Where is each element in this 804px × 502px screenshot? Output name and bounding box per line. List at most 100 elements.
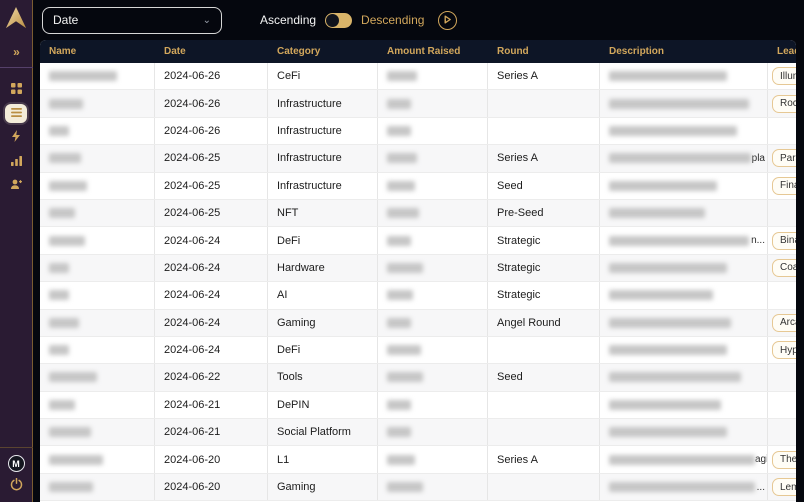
lead-investor-badge[interactable]: Arca: [772, 314, 796, 332]
sidebar-item-dashboard[interactable]: [5, 80, 27, 99]
table-row[interactable]: 2024-06-26Infrastructure Rocke: [40, 90, 796, 117]
category-cell: Gaming: [268, 474, 378, 500]
date-cell: 2024-06-20: [155, 474, 268, 500]
round-cell: [488, 337, 600, 363]
toggle-knob: [326, 14, 339, 27]
description-cell: ...: [600, 474, 768, 500]
sort-field-dropdown[interactable]: Date ⌄: [42, 7, 222, 34]
lead-investor-cell: Coatu: [768, 255, 796, 281]
category-cell: DePIN: [268, 392, 378, 418]
table-row[interactable]: 2024-06-26Infrastructure: [40, 118, 796, 145]
redacted-text: [49, 455, 103, 465]
date-cell: 2024-06-26: [155, 90, 268, 116]
sort-direction-toggle[interactable]: [325, 13, 352, 28]
round-cell: Pre-Seed: [488, 200, 600, 226]
table-row[interactable]: 2024-06-24GamingAngel RoundArca: [40, 310, 796, 337]
column-header[interactable]: Description: [600, 40, 768, 63]
table-row[interactable]: 2024-06-25InfrastructureSeries AplaParad: [40, 145, 796, 172]
lead-investor-badge[interactable]: Parad: [772, 149, 796, 167]
lead-investor-cell: Parad: [768, 145, 796, 171]
redacted-text: [609, 236, 749, 246]
amount-cell: [378, 474, 488, 500]
sidebar-divider: [0, 67, 33, 68]
redacted-text: [387, 99, 411, 109]
date-cell: 2024-06-24: [155, 282, 268, 308]
lead-investor-badge[interactable]: Binan: [772, 232, 796, 250]
description-cell: [600, 63, 768, 89]
table-row[interactable]: 2024-06-20L1Series AagiThe S: [40, 446, 796, 473]
redacted-text: [49, 345, 69, 355]
date-cell: 2024-06-24: [155, 310, 268, 336]
redacted-text: [387, 181, 415, 191]
table-row[interactable]: 2024-06-20Gaming... Lemn: [40, 474, 796, 501]
table-row[interactable]: 2024-06-21DePIN: [40, 392, 796, 419]
table-body: 2024-06-26CeFiSeries AIllumi2024-06-26In…: [40, 63, 796, 501]
sidebar-expand-icon[interactable]: »: [13, 45, 19, 59]
name-cell: [40, 310, 155, 336]
table-row[interactable]: 2024-06-24DeFiStrategicn...Binan: [40, 227, 796, 254]
category-cell: Infrastructure: [268, 145, 378, 171]
date-cell: 2024-06-21: [155, 419, 268, 445]
table-row[interactable]: 2024-06-22ToolsSeed: [40, 364, 796, 391]
description-tail-text: ...: [757, 482, 765, 493]
run-button[interactable]: [438, 11, 457, 30]
description-cell: [600, 392, 768, 418]
sidebar-item-activity[interactable]: [5, 128, 27, 147]
sidebar-bottom-divider: [0, 447, 33, 448]
name-cell: [40, 392, 155, 418]
lead-investor-badge[interactable]: Illumi: [772, 67, 796, 85]
description-cell: [600, 337, 768, 363]
column-header[interactable]: Round: [488, 40, 600, 63]
date-cell: 2024-06-26: [155, 63, 268, 89]
user-avatar[interactable]: M: [8, 455, 25, 472]
lead-investor-badge[interactable]: Lemn: [772, 478, 796, 496]
redacted-text: [609, 181, 717, 191]
lead-investor-badge[interactable]: Hyper: [772, 341, 796, 359]
column-header[interactable]: Lead I: [768, 40, 796, 63]
sidebar-item-users[interactable]: [5, 176, 27, 195]
amount-cell: [378, 173, 488, 199]
category-cell: Hardware: [268, 255, 378, 281]
column-header[interactable]: Amount Raised: [378, 40, 488, 63]
sidebar-item-list-active[interactable]: [5, 104, 27, 123]
redacted-text: [609, 263, 727, 273]
category-cell: NFT: [268, 200, 378, 226]
lead-investor-badge[interactable]: The S: [772, 451, 796, 469]
table-row[interactable]: 2024-06-25InfrastructureSeedFinal: [40, 173, 796, 200]
redacted-text: [387, 455, 415, 465]
redacted-text: [609, 71, 727, 81]
redacted-text: [609, 99, 749, 109]
category-cell: Infrastructure: [268, 90, 378, 116]
round-cell: Angel Round: [488, 310, 600, 336]
amount-cell: [378, 392, 488, 418]
sidebar-item-analytics[interactable]: [5, 152, 27, 171]
category-cell: Tools: [268, 364, 378, 390]
table-row[interactable]: 2024-06-25NFTPre-Seed: [40, 200, 796, 227]
lead-investor-badge[interactable]: Rocke: [772, 95, 796, 113]
table-row[interactable]: 2024-06-24DeFiHyper: [40, 337, 796, 364]
description-tail-text: agi: [755, 454, 768, 465]
amount-cell: [378, 364, 488, 390]
column-header[interactable]: Date: [155, 40, 268, 63]
table-row[interactable]: 2024-06-24AIStrategic: [40, 282, 796, 309]
play-icon: [443, 11, 452, 29]
column-header[interactable]: Category: [268, 40, 378, 63]
toolbar: Date ⌄ Ascending Descending: [33, 0, 804, 40]
date-cell: 2024-06-24: [155, 337, 268, 363]
redacted-text: [49, 318, 79, 328]
table-row[interactable]: 2024-06-24HardwareStrategicCoatu: [40, 255, 796, 282]
name-cell: [40, 200, 155, 226]
round-cell: [488, 419, 600, 445]
lead-investor-badge[interactable]: Final: [772, 177, 796, 195]
table-row[interactable]: 2024-06-26CeFiSeries AIllumi: [40, 63, 796, 90]
lead-investor-badge[interactable]: Coatu: [772, 259, 796, 277]
power-icon[interactable]: [10, 478, 23, 496]
description-tail-text: n...: [751, 235, 765, 246]
name-cell: [40, 173, 155, 199]
lead-investor-cell: [768, 200, 796, 226]
amount-cell: [378, 145, 488, 171]
column-header[interactable]: Name: [40, 40, 155, 63]
table-row[interactable]: 2024-06-21Social Platform: [40, 419, 796, 446]
amount-cell: [378, 310, 488, 336]
name-cell: [40, 337, 155, 363]
